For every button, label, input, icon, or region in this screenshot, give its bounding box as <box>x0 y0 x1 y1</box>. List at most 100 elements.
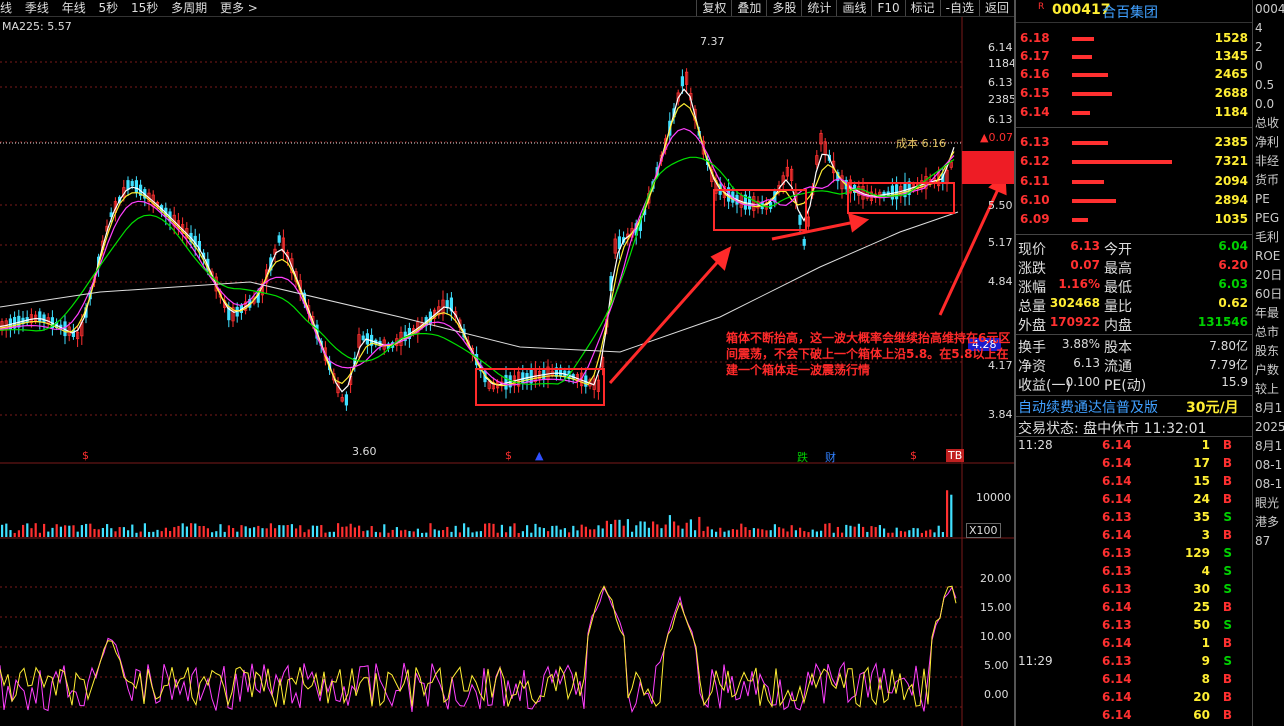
volume-bar <box>450 531 453 537</box>
volume-bar <box>899 530 902 537</box>
stat-label: 净资 <box>1018 359 1046 375</box>
tool-mark[interactable]: 标记 <box>904 0 940 16</box>
volume-bar <box>555 525 558 537</box>
event-badge[interactable]: ▲ <box>535 449 543 462</box>
volume-bar <box>614 519 617 537</box>
stat-value: 6.13 <box>1073 356 1100 370</box>
stats-divider <box>1016 234 1252 235</box>
tool-draw[interactable]: 画线 <box>836 0 871 16</box>
event-badge[interactable]: TB <box>946 449 965 462</box>
bid-volume: 2094 <box>1214 174 1248 188</box>
trade-ticker-list[interactable]: 11:28 6.14 1 B 6.14 17 B 6.14 15 B 6.14 24 B 6.13 35 S 6… <box>1016 438 1252 726</box>
analysis-annotation: 箱体不断抬高，这一波大概率会继续抬高维持在6元区间震荡，不会下破上一个箱体上沿5… <box>726 331 1011 377</box>
volume-bar <box>118 527 121 537</box>
trade-side: S <box>1223 582 1232 596</box>
bid-price: 6.13 <box>1020 135 1050 149</box>
f10-side-panel[interactable]: 0004 4 2 0 0.5 0.0 总收 净利 非经 货币 PE PEG 毛利 ROE 20日 60日 年最总… <box>1252 0 1284 726</box>
volume-bar <box>244 526 247 537</box>
stats2-divider <box>1016 334 1252 335</box>
volume-bar <box>908 530 911 537</box>
stat-label: 股本 <box>1104 340 1132 356</box>
volume-bar <box>295 528 298 537</box>
trade-volume: 9 <box>1201 654 1210 668</box>
bid-price: 6.09 <box>1020 212 1050 226</box>
f10-item: 87 <box>1255 534 1271 548</box>
volume-bar <box>521 531 524 537</box>
period-multi[interactable]: 多周期 <box>171 0 207 16</box>
tool-overlay[interactable]: 叠加 <box>731 0 766 16</box>
stat-label: 外盘 <box>1018 318 1046 334</box>
trades-divider <box>1016 436 1252 437</box>
trade-price: 6.14 <box>1102 672 1132 686</box>
event-badge[interactable]: $ <box>82 449 89 462</box>
trade-price: 6.13 <box>1102 546 1132 560</box>
volume-bar <box>374 531 377 537</box>
tool-f10[interactable]: F10 <box>871 0 904 16</box>
bid-price: 6.11 <box>1020 174 1050 188</box>
period-quarter[interactable]: 季线 <box>25 0 49 16</box>
f10-item: 总市 <box>1255 325 1280 339</box>
promo-text[interactable]: 自动续费通达信普及版 <box>1018 397 1158 417</box>
f10-item: 户数 <box>1255 363 1280 377</box>
f10-item: 货币 <box>1255 173 1280 187</box>
kline-chart-area[interactable]: MA225: 5.57 7.37 3.60 成本 6.16 6.14 1184 … <box>0 17 1016 726</box>
promo-price[interactable]: 30元/月 <box>1186 397 1239 417</box>
volume-bar <box>874 527 877 537</box>
order-book-divider <box>1016 127 1252 128</box>
period-5s[interactable]: 5秒 <box>99 0 119 16</box>
volume-bar <box>341 526 344 537</box>
volume-bar <box>320 525 323 537</box>
candle-body <box>38 311 42 322</box>
volume-bar <box>299 525 302 537</box>
volume-bar <box>757 528 760 537</box>
event-badge[interactable]: 财 <box>825 449 836 465</box>
volume-bar <box>731 529 734 537</box>
period-year[interactable]: 年线 <box>62 0 86 16</box>
ask-volume: 2465 <box>1214 67 1248 81</box>
volume-bar <box>689 519 692 537</box>
trade-side: B <box>1222 708 1232 722</box>
event-badge[interactable]: 跌 <box>797 449 808 465</box>
stat-row: 涨跌 0.07 最高 6.20 <box>1016 258 1252 277</box>
candle-body <box>42 314 46 323</box>
f10-item: 08-1 <box>1255 458 1283 472</box>
bid-row: 6.12 7321 <box>1016 154 1252 172</box>
osc-tick: 5.00 <box>984 659 1009 672</box>
stat-value: 1.16% <box>1058 277 1100 291</box>
volume-bar <box>332 531 335 537</box>
period-selector: 线 季线 年线 5秒 15秒 多周期 更多 > <box>0 0 267 16</box>
trade-volume: 129 <box>1184 546 1210 560</box>
f10-item: ROE <box>1255 249 1281 263</box>
period-more[interactable]: 更多 > <box>220 0 258 16</box>
volume-bar <box>811 529 814 537</box>
event-badge[interactable]: $ <box>505 449 512 462</box>
period-15s[interactable]: 15秒 <box>131 0 158 16</box>
price-tick: 6.14 <box>988 41 1013 54</box>
volume-bar <box>626 519 629 537</box>
volume-bar <box>584 526 587 537</box>
promo-banner[interactable]: 自动续费通达信普及版 30元/月 <box>1016 395 1252 417</box>
osc-tick: 0.00 <box>984 688 1009 701</box>
volume-bar <box>5 523 8 537</box>
event-badge[interactable]: $ <box>910 449 917 462</box>
period-daily[interactable]: 线 <box>0 0 12 16</box>
trade-side: S <box>1223 564 1232 578</box>
volume-bar <box>500 524 503 537</box>
trade-volume: 17 <box>1193 456 1210 470</box>
tool-back[interactable]: 返回 <box>978 0 1014 16</box>
volume-bar <box>177 525 180 537</box>
ask-volume: 2688 <box>1214 86 1248 100</box>
tool-multi-stock[interactable]: 多股 <box>766 0 801 16</box>
volume-bar <box>122 527 125 537</box>
tool-stats[interactable]: 统计 <box>801 0 836 16</box>
tool-rights[interactable]: 复权 <box>696 0 731 16</box>
candle-body <box>445 300 449 308</box>
trade-row: 6.14 24 B <box>1016 492 1252 510</box>
trade-price: 6.13 <box>1102 582 1132 596</box>
volume-bar <box>551 525 554 537</box>
volume-bar <box>937 525 940 537</box>
tool-watchlist[interactable]: -自选 <box>939 0 979 16</box>
volume-bar <box>526 525 529 537</box>
volume-bar <box>790 525 793 537</box>
volume-bar <box>68 525 71 537</box>
